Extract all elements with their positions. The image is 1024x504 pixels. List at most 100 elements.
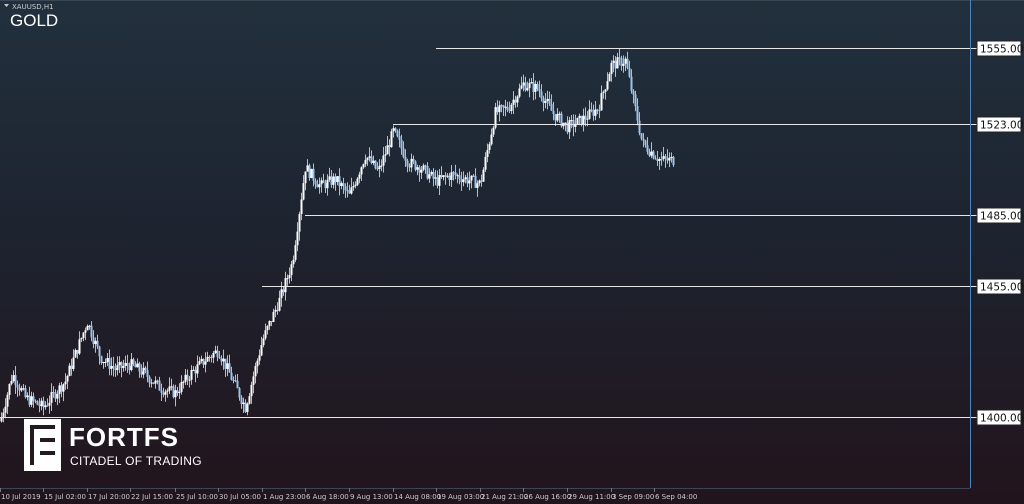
- candle-body: [176, 390, 179, 394]
- candle-body: [520, 85, 523, 89]
- candle-body: [180, 381, 183, 392]
- candle-body: [110, 366, 113, 369]
- candle-body: [206, 356, 209, 362]
- candle-body: [588, 109, 591, 119]
- candle-body: [544, 100, 547, 103]
- candle-body: [2, 412, 5, 418]
- candle-body: [154, 380, 157, 384]
- candle-body: [84, 330, 87, 333]
- candle-body: [34, 400, 37, 402]
- candle-body: [194, 369, 197, 374]
- candle-body: [418, 167, 421, 173]
- candle-body: [236, 380, 239, 389]
- candle-body: [456, 175, 459, 177]
- candle-body: [230, 372, 233, 380]
- candle-body: [292, 259, 295, 265]
- candle-body: [568, 120, 571, 133]
- candle-body: [572, 120, 575, 127]
- candle-body: [306, 165, 309, 172]
- candle-body: [346, 190, 349, 192]
- candle-body: [196, 364, 199, 374]
- candle-body: [280, 289, 283, 298]
- candle-body: [314, 180, 317, 185]
- candle-body: [454, 172, 457, 176]
- chevron-down-icon[interactable]: [4, 4, 9, 7]
- candle-body: [14, 375, 17, 385]
- candle-body: [296, 231, 299, 246]
- candle-body: [458, 175, 461, 180]
- candle-body: [320, 180, 323, 185]
- candle-body: [556, 114, 559, 121]
- candle-body: [506, 106, 509, 110]
- candle-body: [570, 120, 573, 122]
- candle-body: [324, 182, 327, 189]
- level-price-label: 1485.00: [980, 211, 1023, 223]
- candle-body: [484, 156, 487, 170]
- candle-body: [514, 99, 517, 103]
- chart-canvas[interactable]: XAUUSD,H1 GOLD 1555.00 1523.00 1485.00 1455…: [0, 0, 1024, 504]
- candle-body: [246, 403, 249, 413]
- candle-body: [100, 356, 103, 363]
- candle-body: [214, 350, 217, 353]
- candle-body: [582, 115, 585, 125]
- level-price-label: 1555.00: [980, 44, 1023, 56]
- candle-body: [502, 105, 505, 108]
- candle-body: [542, 98, 545, 103]
- candle-body: [630, 76, 633, 91]
- candle-body: [540, 91, 543, 99]
- candle-body: [600, 93, 603, 111]
- candle-body: [436, 177, 439, 186]
- candle-body: [118, 362, 121, 366]
- candle-body: [444, 175, 447, 177]
- candle-body: [510, 104, 513, 111]
- candle-body: [294, 245, 297, 260]
- candle-body: [228, 363, 231, 373]
- candle-body: [220, 358, 223, 362]
- candle-body: [420, 169, 423, 173]
- candle-body: [416, 167, 419, 170]
- candle-body: [104, 362, 107, 363]
- candle-body: [60, 385, 63, 392]
- candle-body: [48, 402, 51, 406]
- price-candles: [0, 48, 675, 423]
- candle-body: [624, 58, 627, 64]
- candle-body: [76, 350, 79, 354]
- candle-body: [134, 364, 137, 368]
- time-axis: 10 Jul 2019 15 Jul 02:00 17 Jul 20:00 22 Ju…: [0, 488, 697, 501]
- candle-body: [192, 369, 195, 371]
- candle-body: [44, 405, 47, 408]
- candle-body: [622, 63, 625, 66]
- logo-name: FORTFS: [69, 422, 179, 452]
- candle-body: [58, 385, 61, 394]
- time-tick-label: 3 Sep 09:00: [612, 493, 654, 501]
- candle-body: [64, 381, 67, 385]
- candle-body: [308, 165, 311, 178]
- candle-body: [466, 177, 469, 184]
- candle-body: [338, 176, 341, 186]
- candle-body: [370, 156, 373, 163]
- candle-body: [42, 400, 45, 408]
- candle-body: [16, 384, 19, 388]
- candle-body: [268, 321, 271, 327]
- candle-body: [74, 350, 77, 358]
- candle-body: [264, 330, 267, 339]
- candle-body: [232, 379, 235, 381]
- candle-body: [644, 140, 647, 146]
- candle-body: [434, 177, 437, 179]
- gold-price-chart[interactable]: XAUUSD,H1 GOLD 1555.00 1523.00 1485.00 1455…: [0, 0, 1024, 504]
- candle-body: [62, 384, 65, 392]
- candle-body: [366, 157, 369, 161]
- candle-body: [474, 175, 477, 188]
- candle-body: [672, 156, 675, 166]
- candle-body: [10, 381, 13, 384]
- candle-body: [442, 175, 445, 178]
- candle-body: [18, 387, 21, 391]
- candle-body: [596, 109, 599, 111]
- candle-body: [584, 115, 587, 120]
- candle-body: [278, 297, 281, 311]
- candle-body: [602, 91, 605, 94]
- candle-body: [124, 363, 127, 366]
- candle-body: [252, 376, 255, 385]
- candle-body: [422, 165, 425, 170]
- candle-body: [36, 401, 39, 405]
